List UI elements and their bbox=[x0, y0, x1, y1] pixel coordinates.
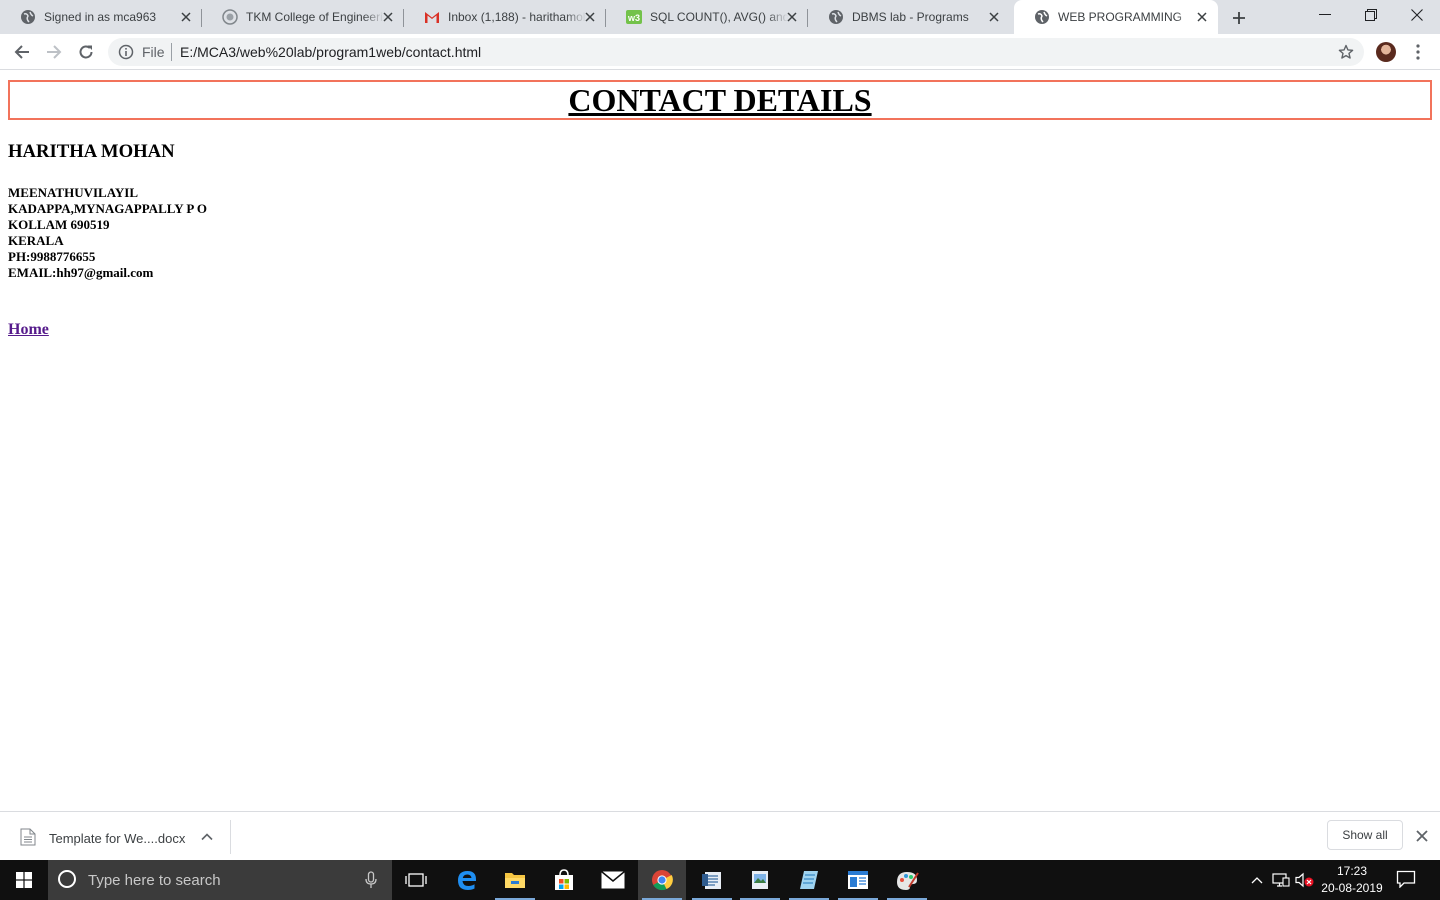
tab-close-icon[interactable] bbox=[1194, 9, 1210, 25]
store-taskbar-icon[interactable] bbox=[540, 860, 588, 900]
globe-icon bbox=[20, 9, 36, 25]
globe-icon bbox=[828, 9, 844, 25]
chevron-up-icon bbox=[1251, 877, 1263, 884]
tab-title: SQL COUNT(), AVG() and SUM() bbox=[650, 10, 788, 24]
address-line: KOLLAM 690519 bbox=[8, 217, 110, 232]
tab-dbms-lab[interactable]: DBMS lab - Programs bbox=[808, 0, 1010, 34]
tab-close-icon[interactable] bbox=[582, 9, 598, 25]
phone-line: PH:9988776655 bbox=[8, 249, 96, 264]
microphone-icon[interactable] bbox=[364, 871, 378, 889]
college-seal-icon bbox=[222, 9, 238, 25]
taskbar-search-box[interactable]: Type here to search bbox=[48, 860, 392, 900]
word-taskbar-icon[interactable] bbox=[834, 860, 882, 900]
notepad-taskbar-icon[interactable] bbox=[785, 860, 833, 900]
clock-date: 20-08-2019 bbox=[1321, 881, 1383, 895]
volume-muted-tray-icon[interactable] bbox=[1294, 860, 1316, 900]
browser-toolbar: File E:/MCA3/web%20lab/program1web/conta… bbox=[0, 34, 1440, 70]
reload-icon bbox=[79, 45, 93, 59]
tab-close-icon[interactable] bbox=[986, 9, 1002, 25]
show-all-button[interactable]: Show all bbox=[1327, 820, 1403, 850]
forward-button[interactable] bbox=[42, 40, 66, 64]
taskbar-clock[interactable]: 17:23 20-08-2019 bbox=[1318, 863, 1386, 897]
forward-arrow-icon bbox=[47, 45, 62, 59]
shelf-divider bbox=[230, 820, 231, 854]
back-button[interactable] bbox=[10, 40, 34, 64]
paint-taskbar-icon[interactable] bbox=[883, 860, 931, 900]
new-tab-button[interactable] bbox=[1228, 7, 1250, 29]
profile-avatar[interactable] bbox=[1376, 42, 1396, 62]
chrome-taskbar-icon[interactable] bbox=[638, 860, 686, 900]
file-explorer-taskbar-icon[interactable] bbox=[491, 860, 539, 900]
tab-title: Signed in as mca963 bbox=[44, 10, 157, 24]
notes-taskbar-icon[interactable] bbox=[688, 860, 736, 900]
restore-button[interactable] bbox=[1348, 0, 1394, 30]
home-link[interactable]: Home bbox=[8, 321, 49, 339]
tab-web-programming[interactable]: WEB PROGRAMMING bbox=[1014, 0, 1218, 34]
address-line: MEENATHUVILAYIL bbox=[8, 185, 139, 200]
globe-icon bbox=[1034, 9, 1050, 25]
tab-title: DBMS lab - Programs bbox=[852, 10, 969, 24]
bookmark-star-icon[interactable] bbox=[1338, 44, 1354, 60]
address-line: KADAPPA,MYNAGAPPALLY P O bbox=[8, 201, 207, 216]
tab-signed-in[interactable]: Signed in as mca963 bbox=[0, 0, 202, 34]
notification-icon bbox=[1396, 870, 1416, 889]
w3-icon: w3 bbox=[626, 9, 642, 25]
page-content: CONTACT DETAILS HARITHA MOHAN MEENATHUVI… bbox=[0, 70, 1440, 811]
gmail-icon bbox=[424, 9, 440, 25]
clock-time: 17:23 bbox=[1336, 864, 1368, 878]
contact-address: MEENATHUVILAYIL KADAPPA,MYNAGAPPALLY P O… bbox=[8, 185, 207, 281]
tab-sql-count[interactable]: w3 SQL COUNT(), AVG() and SUM() bbox=[606, 0, 808, 34]
download-item[interactable]: Template for We....docx bbox=[0, 812, 230, 860]
show-hidden-icons-button[interactable] bbox=[1248, 860, 1266, 900]
network-tray-icon[interactable] bbox=[1270, 860, 1292, 900]
url-text[interactable]: E:/MCA3/web%20lab/program1web/contact.ht… bbox=[180, 44, 481, 60]
start-button[interactable] bbox=[0, 860, 48, 900]
chevron-up-icon[interactable] bbox=[200, 830, 214, 844]
more-vert-icon bbox=[1416, 44, 1420, 60]
address-line: KERALA bbox=[8, 233, 64, 248]
tab-title: WEB PROGRAMMING bbox=[1058, 10, 1183, 24]
image-viewer-taskbar-icon[interactable] bbox=[736, 860, 784, 900]
minimize-button[interactable] bbox=[1302, 0, 1348, 30]
omnibox-divider bbox=[171, 43, 172, 61]
restore-icon bbox=[1365, 9, 1377, 21]
minimize-icon bbox=[1319, 14, 1331, 15]
tab-gmail-inbox[interactable]: Inbox (1,188) - harithamohan bbox=[404, 0, 606, 34]
cortana-icon bbox=[58, 870, 76, 888]
tab-title: TKM College of Engineering bbox=[246, 10, 384, 24]
tab-close-icon[interactable] bbox=[380, 9, 396, 25]
close-icon bbox=[1411, 9, 1423, 21]
contact-name: HARITHA MOHAN bbox=[8, 141, 175, 162]
windows-taskbar: Type here to search 17:23 20-08-2019 bbox=[0, 860, 1440, 900]
reload-button[interactable] bbox=[74, 40, 98, 64]
heading-box: CONTACT DETAILS bbox=[8, 80, 1432, 120]
back-arrow-icon bbox=[14, 45, 29, 59]
download-shelf: Template for We....docx Show all bbox=[0, 811, 1440, 860]
close-icon[interactable] bbox=[1414, 828, 1430, 844]
svg-text:w3: w3 bbox=[627, 13, 640, 23]
windows-logo-icon bbox=[16, 872, 32, 888]
tab-close-icon[interactable] bbox=[178, 9, 194, 25]
plus-icon bbox=[1233, 12, 1245, 24]
tab-title: Inbox (1,188) - harithamohan bbox=[448, 10, 586, 24]
task-view-icon bbox=[405, 873, 427, 887]
download-file-name: Template for We....docx bbox=[49, 831, 186, 846]
page-title: CONTACT DETAILS bbox=[568, 82, 872, 118]
info-icon[interactable] bbox=[118, 44, 134, 60]
tab-strip: Signed in as mca963 TKM College of Engin… bbox=[0, 0, 1440, 34]
browser-menu-button[interactable] bbox=[1410, 41, 1426, 63]
tab-close-icon[interactable] bbox=[784, 9, 800, 25]
scheme-label: File bbox=[142, 44, 165, 60]
document-icon bbox=[20, 828, 36, 846]
email-line: EMAIL:hh97@gmail.com bbox=[8, 265, 154, 280]
address-bar[interactable]: File E:/MCA3/web%20lab/program1web/conta… bbox=[108, 38, 1364, 66]
tab-tkm-college[interactable]: TKM College of Engineering bbox=[202, 0, 404, 34]
close-window-button[interactable] bbox=[1394, 0, 1440, 30]
edge-taskbar-icon[interactable] bbox=[443, 860, 491, 900]
mail-taskbar-icon[interactable] bbox=[589, 860, 637, 900]
task-view-button[interactable] bbox=[392, 860, 440, 900]
search-placeholder: Type here to search bbox=[88, 872, 221, 889]
action-center-button[interactable] bbox=[1396, 870, 1418, 890]
